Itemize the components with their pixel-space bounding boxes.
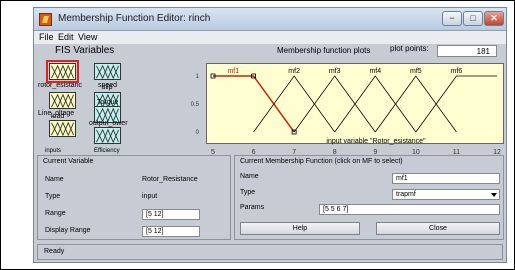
mf-name-label: Name	[240, 173, 259, 180]
cv-range-label: Range	[45, 210, 66, 217]
fis-var-load[interactable]	[49, 120, 76, 137]
y-tick-label: 0	[196, 130, 200, 136]
menu-bar: File Edit View	[34, 31, 506, 44]
mf-thumbnail-icon	[96, 64, 119, 79]
mf-type-value: trapmf	[396, 191, 416, 198]
cv-display-range-label: Display Range	[45, 227, 91, 234]
mf-thumbnail-icon	[51, 93, 74, 108]
mf-curve-mf2	[253, 75, 336, 133]
fis-var-label-load: load	[51, 113, 65, 120]
plot-points-label: plot points:	[390, 44, 429, 53]
mf-thumbnail-icon	[96, 128, 119, 143]
matlab-logo-icon	[39, 13, 52, 26]
mf-label-mf2: mf2	[288, 68, 300, 75]
fis-var-speed[interactable]	[94, 63, 121, 80]
top-panel: FIS Variables rotor_esistanc Line_oltage…	[37, 44, 504, 156]
mf-editor-window: Membership Function Editor: rinch − □ ✕ …	[33, 7, 507, 263]
mf-label-mf3: mf3	[329, 68, 341, 75]
window-title: Membership Function Editor: rinch	[58, 13, 211, 24]
fis-var-output-power[interactable]	[94, 127, 121, 144]
fis-var-line-voltage[interactable]	[49, 92, 76, 109]
mf-label-mf5: mf5	[410, 68, 422, 75]
mf-curve-mf4	[334, 75, 417, 133]
fis-var-label-slip: slip	[102, 84, 113, 91]
mf-curve-mf5	[374, 75, 457, 133]
mf-params-label: Params	[240, 204, 265, 211]
mf-curve-mf6	[415, 75, 497, 133]
cv-range-input[interactable]: [5 12]	[142, 209, 200, 220]
cv-type-value: input	[142, 193, 158, 200]
cv-display-range-input[interactable]: [5 12]	[142, 226, 200, 237]
plot-points-input[interactable]: 181	[437, 45, 497, 57]
cv-name-value: Rotor_Resistance	[142, 176, 198, 183]
mf-curve-mf1	[213, 75, 295, 133]
fis-var-label-output-power: output_ower	[89, 120, 128, 127]
menu-file[interactable]: File	[39, 32, 54, 42]
y-tick-label: 1	[196, 74, 200, 80]
y-tick-label: 0.5	[191, 102, 200, 108]
close-button[interactable]: Close	[376, 222, 500, 235]
menu-edit[interactable]: Edit	[58, 32, 74, 42]
help-button[interactable]: Help	[240, 222, 360, 235]
current-mf-panel: Current Membership Function (click on MF…	[234, 155, 504, 240]
mf-plot-svg[interactable]: 5 6 7 8 9 10 11 1200.51input variable "Rotor_es…	[191, 64, 505, 156]
fis-var-rotor-resistance[interactable]	[46, 60, 79, 83]
mf-label-mf4: mf4	[369, 68, 381, 75]
x-axis-label: input variable "Rotor_esistance"	[326, 138, 426, 145]
status-text: Ready	[44, 248, 65, 255]
current-variable-panel: Current Variable Name Rotor_Resistance T…	[37, 155, 231, 240]
title-bar[interactable]: Membership Function Editor: rinch − □ ✕	[34, 8, 506, 31]
status-bar: Ready	[37, 244, 503, 260]
fis-var-label-rotor: rotor_esistanc	[38, 82, 82, 89]
bottom-panel: Current Variable Name Rotor_Resistance T…	[37, 155, 504, 240]
fis-variables-title: FIS Variables	[55, 45, 115, 56]
close-window-button[interactable]: ✕	[484, 11, 504, 26]
mf-params-input[interactable]: [5 5 6 7]	[319, 204, 500, 215]
mf-curve-mf3	[293, 75, 376, 133]
mf-type-label: Type	[240, 189, 256, 196]
cv-type-label: Type	[45, 193, 61, 200]
maximize-button[interactable]: □	[463, 11, 483, 26]
mf-thumbnail-icon	[51, 64, 74, 79]
mf-plot-area[interactable]: 5 6 7 8 9 10 11 12 0 0.5 1 input variable "Rotor_es…	[191, 63, 505, 156]
current-mf-title: Current Membership Function (click on MF…	[240, 158, 403, 165]
mf-type-select[interactable]: trapmf	[392, 189, 500, 200]
minimize-button[interactable]: −	[442, 11, 462, 26]
mf-name-input[interactable]: mf1	[392, 173, 500, 184]
fis-var-label-torque: Torque	[97, 99, 119, 106]
chevron-down-icon[interactable]	[491, 193, 497, 197]
cv-name-label: Name	[45, 176, 64, 183]
mf-label-mf6: mf6	[451, 68, 463, 75]
fis-var-label-inputs: inputs	[45, 148, 62, 154]
menu-view[interactable]: View	[78, 32, 97, 42]
mf-plots-title: Membership function plots	[277, 46, 371, 55]
mf-thumbnail-icon	[51, 121, 74, 136]
fis-var-label-efficiency: Efficiency	[94, 148, 120, 154]
current-variable-title: Current Variable	[43, 158, 94, 165]
mf-label-mf1: mf1	[227, 68, 239, 75]
